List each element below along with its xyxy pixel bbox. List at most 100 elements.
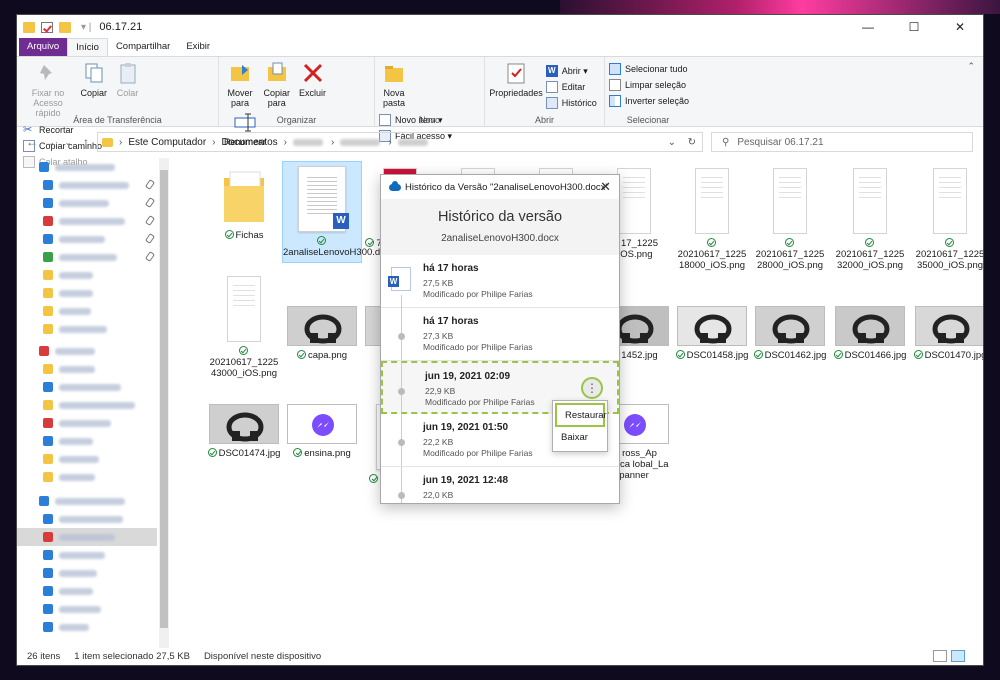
close-icon[interactable]: ✕: [937, 15, 983, 39]
nav-scrollbar[interactable]: [159, 158, 169, 648]
availability-status: Disponível neste dispositivo: [203, 650, 322, 662]
nav-this-pc[interactable]: [17, 492, 157, 510]
nav-item[interactable]: [17, 302, 157, 320]
nav-item[interactable]: [17, 582, 157, 600]
version-panel-title: Histórico da Versão "2analiseLenovoH300.…: [405, 181, 609, 193]
file-tile[interactable]: DSC01466.jpg: [831, 306, 909, 361]
nav-item[interactable]: [17, 618, 157, 636]
version-entry[interactable]: há 17 horas 27,5 KB Modificado por Phili…: [381, 255, 619, 347]
select-none-icon: [609, 79, 621, 91]
nav-item[interactable]: [17, 468, 157, 486]
nav-item-selected[interactable]: [17, 528, 157, 546]
nav-item[interactable]: [17, 396, 157, 414]
file-tile[interactable]: W 2analiseLenovoH300.docx: [282, 161, 395, 263]
nav-item[interactable]: [17, 600, 157, 618]
file-tile[interactable]: 20210617_1225 35000_iOS.png: [911, 168, 983, 271]
quick-access-dropdown-icon[interactable]: ▾ |: [81, 22, 91, 33]
refresh-icon[interactable]: ↻: [688, 137, 696, 148]
nav-item[interactable]: [17, 248, 157, 266]
open-button[interactable]: W Abrir ▾: [545, 63, 597, 79]
nav-item[interactable]: [17, 176, 157, 194]
address-dropdown-icon[interactable]: ⌄: [668, 137, 676, 148]
copy-to-button[interactable]: Copiar para: [260, 61, 294, 108]
address-field[interactable]: › Este Computador › Documentos › › › ⌄ ↻: [97, 132, 703, 152]
file-tile[interactable]: DSC01470.jpg: [911, 306, 983, 361]
photo-thumbnail: [677, 306, 747, 346]
nav-item[interactable]: [17, 320, 157, 338]
tab-arquivo[interactable]: Arquivo: [19, 38, 68, 56]
back-icon[interactable]: ←: [23, 135, 41, 149]
collapse-ribbon-icon[interactable]: ⌃: [967, 61, 975, 72]
nav-item[interactable]: [17, 212, 157, 230]
nav-item[interactable]: [17, 564, 157, 582]
move-to-button[interactable]: Mover para: [223, 61, 257, 108]
details-view-icon[interactable]: [933, 650, 947, 662]
tab-inicio[interactable]: Início: [67, 38, 108, 56]
nav-item[interactable]: [17, 360, 157, 378]
nav-item[interactable]: [17, 414, 157, 432]
file-tile[interactable]: DSC01462.jpg: [751, 306, 829, 361]
file-name: ensina.png: [283, 448, 361, 459]
nav-onedrive[interactable]: [17, 342, 157, 360]
file-tile[interactable]: capa.png: [283, 306, 361, 361]
history-button[interactable]: Histórico: [545, 95, 597, 111]
scrollbar-thumb[interactable]: [160, 170, 168, 628]
file-tile[interactable]: ensina.png: [283, 404, 361, 459]
recent-dropdown-icon[interactable]: ⌄: [59, 138, 77, 147]
nav-item[interactable]: [17, 230, 157, 248]
more-options-icon[interactable]: ⋮: [581, 377, 603, 399]
maximize-icon[interactable]: ☐: [891, 15, 937, 39]
tab-compartilhar[interactable]: Compartilhar: [108, 38, 178, 56]
delete-button[interactable]: Excluir: [297, 61, 329, 98]
properties-quick-icon[interactable]: [41, 21, 53, 33]
select-all-button[interactable]: Selecionar tudo: [609, 61, 688, 77]
breadcrumb-documentos[interactable]: Documentos: [222, 137, 278, 148]
close-icon[interactable]: ✕: [600, 179, 611, 195]
synced-check-icon: [675, 350, 685, 359]
minimize-icon[interactable]: —: [845, 15, 891, 39]
new-folder-quick-icon[interactable]: [59, 21, 71, 33]
nav-item[interactable]: [17, 284, 157, 302]
nav-item[interactable]: [17, 378, 157, 396]
breadcrumb-blurred[interactable]: [340, 138, 381, 146]
version-entry[interactable]: jun 19, 2021 12:48 22,0 KB: [381, 467, 619, 503]
properties-button[interactable]: Propriedades: [489, 61, 543, 98]
large-icons-view-icon[interactable]: [951, 650, 965, 662]
file-tile[interactable]: 20210617_1225 32000_iOS.png: [831, 168, 909, 271]
synced-check-icon: [913, 350, 923, 359]
nav-item[interactable]: [17, 432, 157, 450]
nav-item[interactable]: [17, 546, 157, 564]
nav-quick-access[interactable]: [17, 158, 157, 176]
file-tile[interactable]: 20210617_1225 18000_iOS.png: [673, 168, 751, 271]
file-tile[interactable]: Fichas: [205, 168, 283, 241]
select-none-button[interactable]: Limpar seleção: [609, 77, 687, 93]
nav-item[interactable]: [17, 510, 157, 528]
tab-exibir[interactable]: Exibir: [178, 38, 218, 56]
forward-icon[interactable]: →: [41, 135, 59, 149]
breadcrumb-este-computador[interactable]: Este Computador: [128, 137, 206, 148]
paste-button[interactable]: Colar: [113, 61, 143, 98]
nav-item[interactable]: [17, 266, 157, 284]
invert-selection-button[interactable]: Inverter seleção: [609, 93, 689, 109]
file-tile[interactable]: DSC01474.jpg: [205, 404, 283, 459]
edit-button[interactable]: Editar: [545, 79, 597, 95]
file-tile[interactable]: 20210617_1225 28000_iOS.png: [751, 168, 829, 271]
up-icon[interactable]: ↑: [77, 135, 95, 149]
search-input[interactable]: ⚲ Pesquisar 06.17.21: [711, 132, 973, 152]
breadcrumb-blurred[interactable]: [293, 138, 323, 146]
file-tile[interactable]: DSC01458.jpg: [673, 306, 751, 361]
group-label-organize: Organizar: [276, 115, 317, 125]
pin-quick-access-button[interactable]: Fixar no Acesso rápido: [21, 61, 75, 118]
file-tile[interactable]: 20210617_1225 43000_iOS.png: [205, 276, 283, 379]
copy-button[interactable]: Copiar: [78, 61, 110, 98]
nav-item[interactable]: [17, 194, 157, 212]
address-bar-row: ← → ⌄ ↑ › Este Computador › Documentos ›…: [17, 127, 983, 157]
nav-item[interactable]: [17, 450, 157, 468]
restore-menu-item[interactable]: Restaurar: [555, 403, 607, 427]
download-menu-item[interactable]: Baixar: [553, 427, 607, 451]
new-folder-button[interactable]: Nova pasta: [379, 61, 409, 108]
drive-icon: [43, 252, 53, 262]
synced-check-icon: [316, 236, 326, 245]
breadcrumb-blurred[interactable]: [397, 138, 428, 146]
version-entry[interactable]: há 17 horas 27,3 KB Modificado por Phili…: [381, 308, 619, 361]
